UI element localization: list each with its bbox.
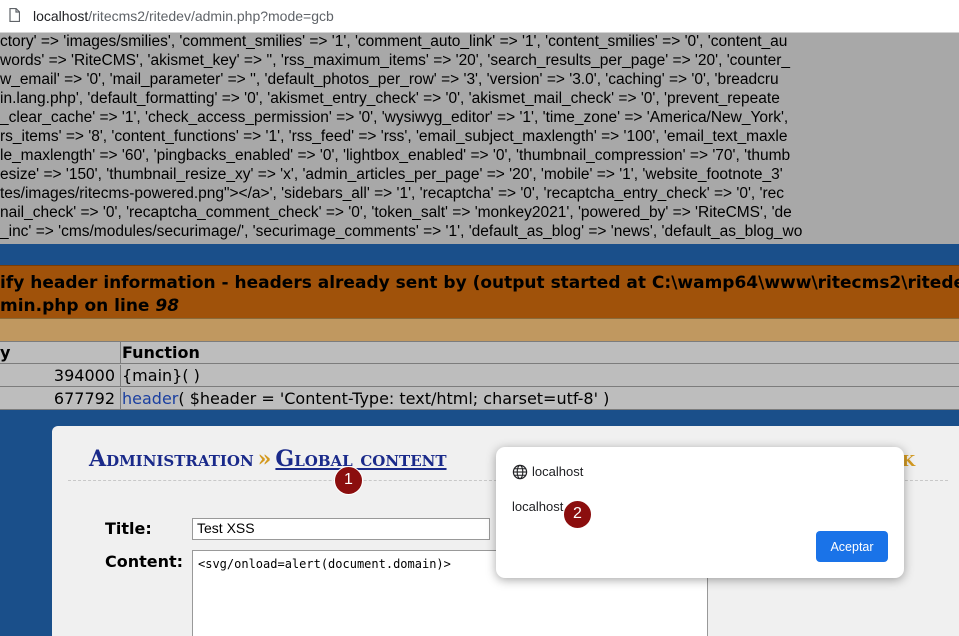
title-label: Title: bbox=[105, 519, 152, 538]
breadcrumb-global-content[interactable]: Global content bbox=[275, 446, 446, 472]
url-text[interactable]: localhost/ritecms2/ritedev/admin.php?mod… bbox=[33, 8, 334, 24]
dump-line: _clear_cache' => '1', 'check_access_perm… bbox=[0, 109, 789, 126]
table-row: 394000 {main}( ) bbox=[0, 365, 959, 387]
table-header: y Function bbox=[0, 342, 959, 364]
row-memory: 394000 bbox=[0, 365, 121, 387]
row-memory: 677792 bbox=[0, 388, 121, 410]
breadcrumb: Administration» Global content bbox=[89, 446, 447, 472]
dump-line: ctory' => 'images/smilies', 'comment_smi… bbox=[0, 33, 788, 50]
warning-file: min.php on line bbox=[0, 296, 156, 316]
dump-line: in.lang.php', 'default_formatting' => '0… bbox=[0, 90, 780, 107]
table-row: 677792 header( $header = 'Content-Type: … bbox=[0, 388, 959, 410]
function-rest: {main}( ) bbox=[122, 366, 200, 385]
title-input[interactable]: Test XSS bbox=[192, 518, 490, 540]
dump-line: esize' => '150', 'thumbnail_resize_xy' =… bbox=[0, 166, 783, 183]
breadcrumb-administration[interactable]: Administration bbox=[89, 446, 254, 472]
dialog-message: localhost bbox=[512, 499, 564, 514]
url-host: localhost bbox=[33, 8, 89, 24]
row-function: header( $header = 'Content-Type: text/ht… bbox=[122, 388, 609, 410]
content-label: Content: bbox=[105, 552, 184, 571]
url-path: /ritecms2/ritedev/admin.php?mode=gcb bbox=[88, 8, 334, 24]
annotation-marker-2: 2 bbox=[563, 500, 592, 529]
dump-line: w_email' => '0', 'mail_parameter' => '',… bbox=[0, 71, 779, 88]
dump-line: tes/images/ritecms-powered.png"></a>', '… bbox=[0, 185, 785, 202]
annotation-marker-1: 1 bbox=[334, 466, 363, 495]
page-icon bbox=[9, 8, 20, 22]
globe-icon bbox=[512, 464, 528, 480]
header-function: Function bbox=[122, 343, 200, 362]
alert-dialog: localhost localhost Aceptar bbox=[496, 447, 904, 578]
call-stack-table: y Function 394000 {main}( ) 677792 heade… bbox=[0, 341, 959, 410]
debug-dump: ctory' => 'images/smilies', 'comment_smi… bbox=[0, 33, 959, 244]
header-memory: y bbox=[0, 342, 121, 364]
warning-line-number: 98 bbox=[155, 296, 180, 316]
dump-line: _inc' => 'cms/modules/securimage/', 'sec… bbox=[0, 223, 803, 240]
function-rest: ( $header = 'Content-Type: text/html; ch… bbox=[178, 389, 610, 408]
warning-line-2: min.php on line 98 bbox=[0, 296, 179, 316]
call-stack-header bbox=[0, 318, 959, 341]
dialog-origin: localhost bbox=[532, 464, 584, 479]
warning-line-1: ify header information - headers already… bbox=[0, 273, 959, 293]
breadcrumb-separator: » bbox=[257, 446, 272, 472]
dump-line: le_maxlength' => '60', 'pingbacks_enable… bbox=[0, 147, 791, 164]
accept-button[interactable]: Aceptar bbox=[816, 531, 888, 562]
separator-strip bbox=[0, 244, 959, 265]
dump-line: words' => 'RiteCMS', 'akismet_key' => ''… bbox=[0, 52, 790, 69]
function-link[interactable]: header bbox=[122, 389, 178, 408]
address-bar[interactable]: localhost/ritecms2/ritedev/admin.php?mod… bbox=[0, 0, 959, 33]
dump-line: nail_check' => '0', 'recaptcha_comment_c… bbox=[0, 204, 792, 221]
row-function: {main}( ) bbox=[122, 365, 200, 387]
dump-line: rs_items' => '8', 'content_functions' =>… bbox=[0, 128, 788, 145]
php-warning: ify header information - headers already… bbox=[0, 265, 959, 318]
